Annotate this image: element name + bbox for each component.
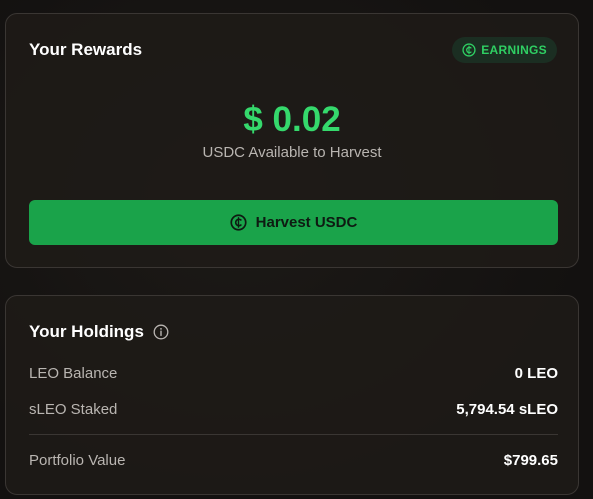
earnings-badge: EARNINGS (452, 37, 557, 63)
holding-row-sleo-staked: sLEO Staked 5,794.54 sLEO (29, 399, 558, 419)
holdings-card: Your Holdings LEO Balance 0 LEO sLEO Sta… (5, 295, 579, 495)
rewards-title: Your Rewards (29, 40, 143, 59)
info-icon[interactable] (153, 324, 169, 340)
holding-label: sLEO Staked (29, 400, 118, 418)
rewards-amount-subtitle: USDC Available to Harvest (202, 144, 382, 161)
holdings-header: Your Holdings (29, 322, 169, 342)
rewards-amount: $ 0.02 (243, 100, 341, 139)
usdc-coin-icon (462, 43, 476, 57)
holding-label: LEO Balance (29, 364, 118, 382)
harvest-button-label: Harvest USDC (255, 214, 358, 231)
earnings-badge-label: EARNINGS (481, 43, 547, 57)
holding-value: $799.65 (503, 451, 558, 469)
usdc-coin-icon (230, 214, 247, 231)
holding-value: 0 LEO (514, 364, 558, 382)
harvest-usdc-button[interactable]: Harvest USDC (29, 200, 558, 245)
holding-row-leo-balance: LEO Balance 0 LEO (29, 363, 558, 383)
divider (29, 434, 558, 435)
holding-value: 5,794.54 sLEO (456, 400, 558, 418)
holding-label: Portfolio Value (29, 451, 126, 469)
holdings-title: Your Holdings (29, 322, 144, 341)
rewards-card: Your Rewards EARNINGS $ 0.02 USDC Availa… (5, 13, 579, 268)
holding-row-portfolio-value: Portfolio Value $799.65 (29, 450, 558, 470)
